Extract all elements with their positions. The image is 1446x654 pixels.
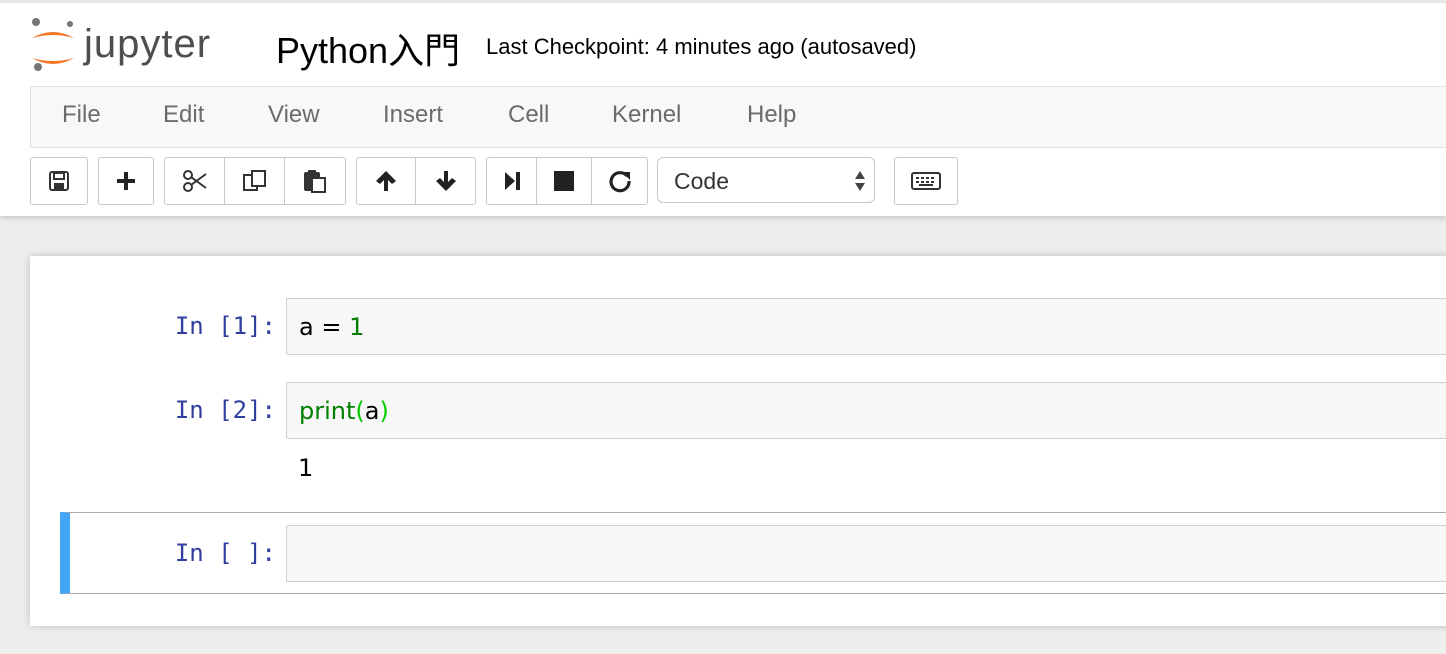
menu-view[interactable]: View [268,101,320,129]
cut-button[interactable] [165,158,225,204]
move-up-button[interactable] [357,158,416,204]
run-button[interactable] [487,158,537,204]
jupyter-logo-icon [32,18,74,71]
menu-edit[interactable]: Edit [163,101,204,129]
notebook-container: In [1]: a = 1 In [2]: print(a) 1 In [ ]: [30,256,1446,626]
command-palette-button[interactable] [895,158,957,204]
top-border [0,0,1446,3]
code-editor[interactable]: print(a) [286,382,1446,439]
menu-bar: File Edit View Insert Cell Kernel Help [30,86,1446,148]
keyboard-icon [911,172,941,190]
insert-group [98,157,154,205]
arrow-up-icon [376,171,396,191]
checkpoint-status: Last Checkpoint: 4 minutes ago (autosave… [486,34,917,59]
copy-button[interactable] [225,158,285,204]
save-group [30,157,88,205]
code-text: a = 1 [299,313,365,341]
cell-output: 1 [298,454,314,482]
menu-file[interactable]: File [62,101,101,129]
save-icon [49,171,69,191]
menu-cell[interactable]: Cell [508,101,549,129]
code-editor-empty[interactable] [286,525,1446,582]
select-arrows-icon [855,171,865,191]
copy-icon [242,170,266,191]
move-group [356,157,476,205]
menu-insert[interactable]: Insert [383,101,443,129]
restart-icon [608,171,631,193]
interrupt-button[interactable] [537,158,592,204]
run-group [486,157,648,205]
scissors-icon [182,170,207,192]
input-prompt: In [1]: [174,312,276,340]
cell-type-value: Code [674,168,729,194]
plus-icon [117,172,135,190]
input-prompt: In [2]: [174,396,276,424]
jupyter-logo[interactable]: jupyter [28,14,248,76]
paste-icon [304,170,326,193]
notebook-title[interactable]: Python入門 [276,22,460,74]
keyboard-group [894,157,958,205]
paste-button[interactable] [285,158,345,204]
code-editor[interactable]: a = 1 [286,298,1446,355]
arrow-down-icon [435,171,456,191]
input-prompt: In [ ]: [174,539,276,567]
insert-cell-button[interactable] [99,158,153,204]
code-text: print(a) [299,397,389,425]
stop-icon [554,171,574,191]
move-down-button[interactable] [416,158,475,204]
save-button[interactable] [31,158,87,204]
step-forward-icon [504,172,520,190]
notebook-header: jupyter Python入門 Last Checkpoint: 4 minu… [0,0,1446,216]
logo-text: jupyter [84,22,212,66]
edit-group [164,157,346,205]
restart-button[interactable] [592,158,647,204]
menu-help[interactable]: Help [747,101,796,129]
cell-type-select[interactable]: Code [657,157,875,203]
menu-kernel[interactable]: Kernel [612,101,681,129]
